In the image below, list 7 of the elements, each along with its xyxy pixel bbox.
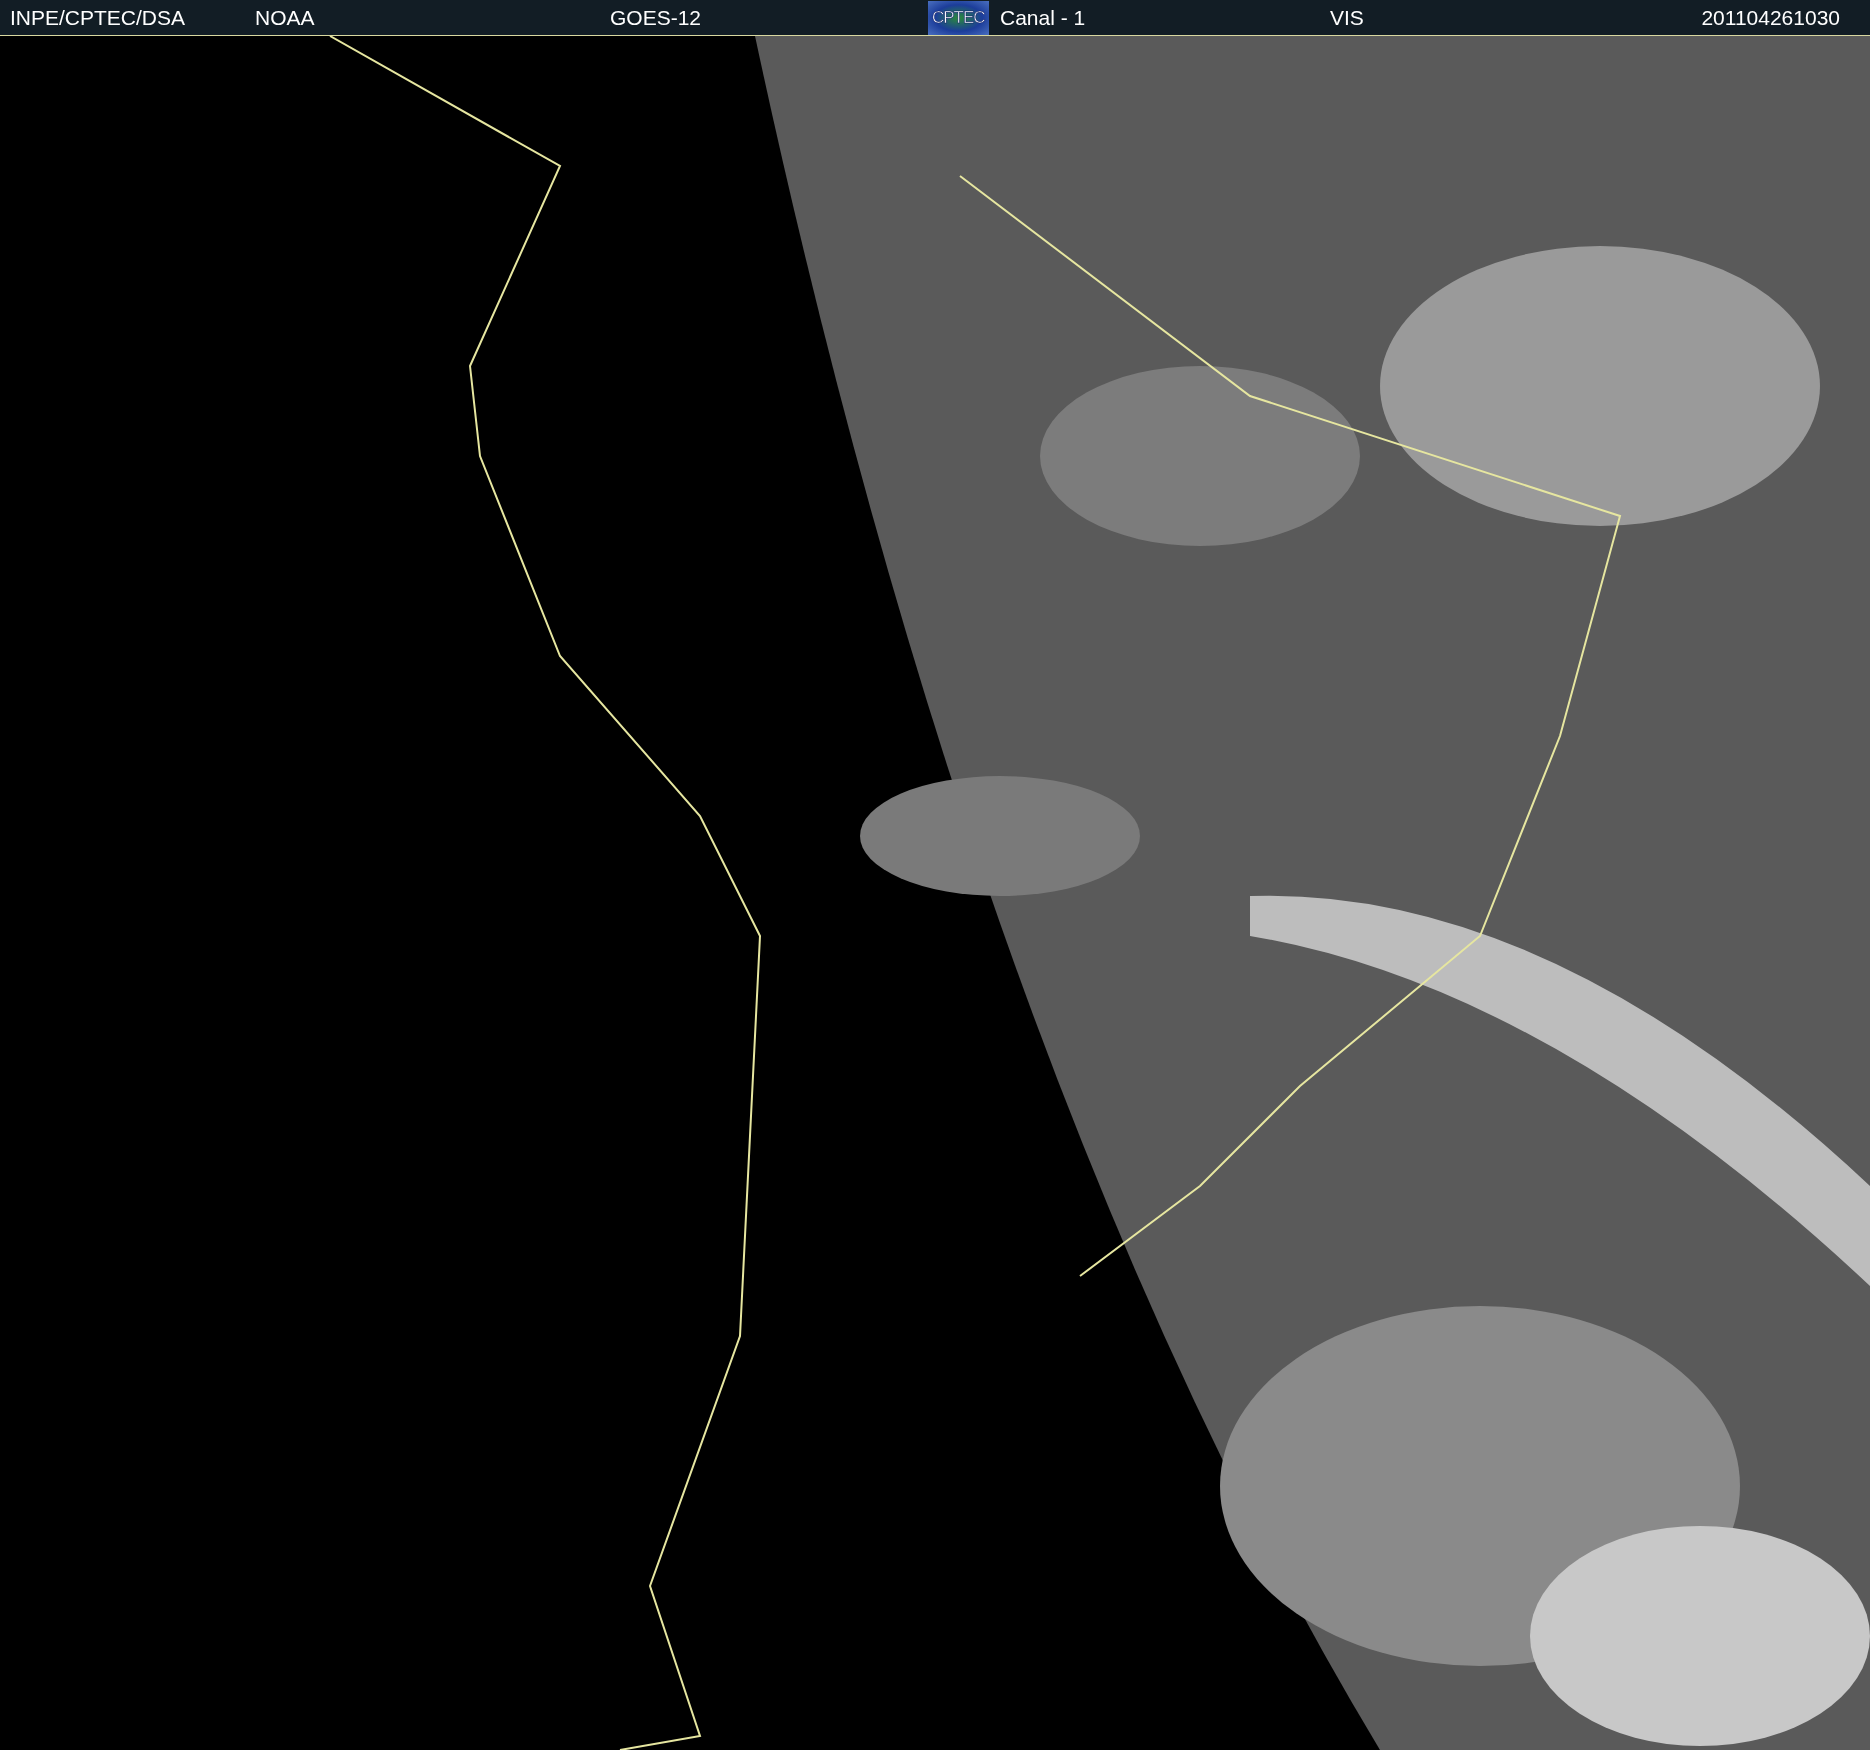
- band-label: VIS: [1330, 5, 1364, 30]
- source-label: NOAA: [255, 5, 315, 30]
- satellite-label: GOES-12: [610, 5, 702, 30]
- timestamp-label: 201104261030: [1701, 5, 1840, 30]
- logo: CPTEC: [928, 0, 989, 35]
- channel-label: Canal - 1: [1000, 5, 1086, 30]
- agency-label: INPE/CPTEC/DSA: [10, 5, 186, 30]
